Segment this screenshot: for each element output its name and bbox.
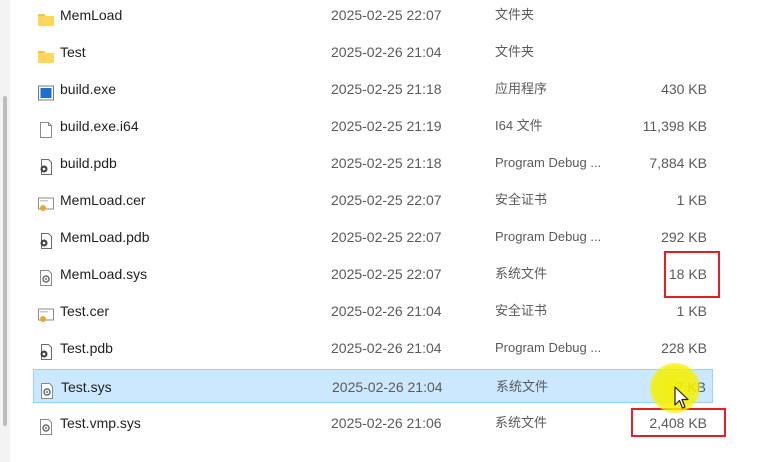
file-type: Program Debug ...	[495, 340, 602, 355]
file-modified: 2025-02-25 22:07	[331, 266, 442, 282]
file-type: 安全证书	[495, 303, 548, 318]
file-row[interactable]: MemLoad 2025-02-25 22:07 文件夹	[33, 0, 713, 32]
file-type: 系统文件	[495, 266, 548, 281]
certificate-icon	[37, 191, 55, 211]
file-name: MemLoad.cer	[60, 192, 146, 208]
sys-icon	[37, 414, 55, 435]
file-type: 安全证书	[495, 192, 548, 207]
file-type: I64 文件	[495, 118, 543, 133]
file-type: Program Debug ...	[495, 229, 602, 244]
file-name: Test.cer	[60, 303, 110, 319]
file-modified: 2025-02-25 22:07	[331, 7, 442, 23]
file-modified: 2025-02-26 21:04	[332, 379, 443, 395]
pdb-icon	[37, 339, 55, 360]
file-row[interactable]: Test.vmp.sys 2025-02-26 21:06 系统文件 2,408…	[33, 406, 713, 440]
folder-icon	[37, 43, 55, 63]
file-size: 7,884 KB	[649, 155, 707, 171]
file-type: 系统文件	[496, 379, 549, 394]
file-row[interactable]: build.exe 2025-02-25 21:18 应用程序 430 KB	[33, 72, 713, 106]
file-icon	[37, 117, 55, 138]
file-name: Test	[60, 44, 86, 60]
file-row[interactable]: MemLoad.cer 2025-02-25 22:07 安全证书 1 KB	[33, 183, 713, 217]
file-type: 文件夹	[495, 7, 535, 22]
exe-icon	[37, 80, 55, 101]
file-name: build.exe	[60, 81, 117, 97]
file-name: Test.sys	[61, 379, 112, 395]
pdb-icon	[37, 228, 55, 249]
file-row[interactable]: Test 2025-02-26 21:04 文件夹	[33, 35, 713, 69]
certificate-icon	[37, 302, 55, 322]
file-modified: 2025-02-25 21:19	[331, 118, 442, 134]
file-modified: 2025-02-25 21:18	[331, 81, 442, 97]
file-type: 应用程序	[495, 81, 548, 96]
file-row[interactable]: Test.cer 2025-02-26 21:04 安全证书 1 KB	[33, 294, 713, 328]
file-row[interactable]: build.pdb 2025-02-25 21:18 Program Debug…	[33, 146, 713, 180]
file-name: build.pdb	[60, 155, 117, 171]
file-modified: 2025-02-26 21:04	[331, 303, 442, 319]
file-size: 1 KB	[676, 192, 707, 208]
file-row-selected[interactable]: Test.sys 2025-02-26 21:04 系统文件 7 KB	[33, 369, 713, 403]
file-name: MemLoad.pdb	[60, 229, 150, 245]
file-modified: 2025-02-25 21:18	[331, 155, 442, 171]
file-modified: 2025-02-26 21:04	[331, 340, 442, 356]
file-row[interactable]: MemLoad.sys 2025-02-25 22:07 系统文件 18 KB	[33, 257, 713, 291]
file-size: 228 KB	[661, 340, 707, 356]
file-modified: 2025-02-26 21:04	[331, 44, 442, 60]
pdb-icon	[37, 154, 55, 175]
file-name: Test.vmp.sys	[60, 415, 141, 431]
folder-icon	[37, 6, 55, 26]
file-name: MemLoad.sys	[60, 266, 148, 282]
file-row[interactable]: Test.pdb 2025-02-26 21:04 Program Debug …	[33, 331, 713, 365]
file-row[interactable]: build.exe.i64 2025-02-25 21:19 I64 文件 11…	[33, 109, 713, 143]
file-modified: 2025-02-25 22:07	[331, 192, 442, 208]
file-name: build.exe.i64	[60, 118, 139, 134]
file-row[interactable]: MemLoad.pdb 2025-02-25 22:07 Program Deb…	[33, 220, 713, 254]
sys-icon	[37, 265, 55, 286]
file-name: Test.pdb	[60, 340, 113, 356]
size-highlight-box	[664, 251, 720, 298]
file-modified: 2025-02-26 21:06	[331, 415, 442, 431]
file-name: MemLoad	[60, 7, 123, 23]
file-size: 430 KB	[661, 81, 707, 97]
file-type: 文件夹	[495, 44, 535, 59]
file-size: 11,398 KB	[642, 118, 707, 134]
file-type: 系统文件	[495, 415, 548, 430]
sys-icon	[38, 378, 56, 399]
mouse-pointer-icon	[674, 386, 690, 410]
file-type: Program Debug ...	[495, 155, 602, 170]
file-modified: 2025-02-25 22:07	[331, 229, 442, 245]
file-size: 292 KB	[661, 229, 707, 245]
file-size: 1 KB	[676, 303, 707, 319]
